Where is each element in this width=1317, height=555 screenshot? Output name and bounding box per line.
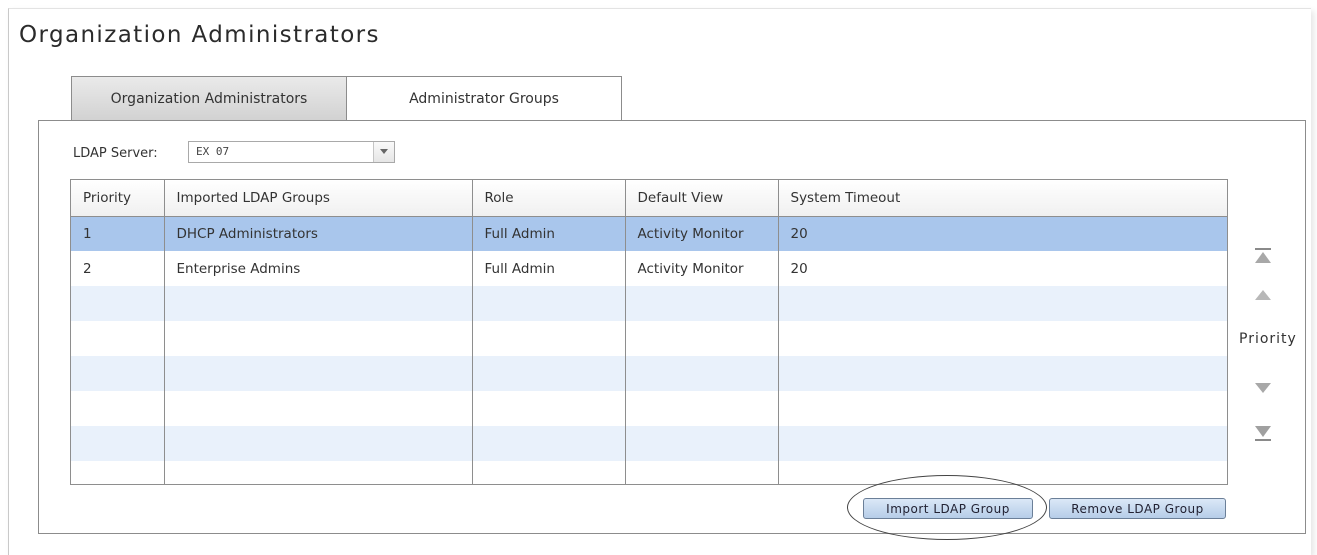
chevron-down-icon[interactable] <box>373 142 394 162</box>
move-to-bottom-icon[interactable] <box>1251 423 1275 443</box>
table-header-row: Priority Imported LDAP Groups Role Defau… <box>71 180 1227 217</box>
empty-row <box>71 426 1227 461</box>
column-header-groups[interactable]: Imported LDAP Groups <box>164 180 473 217</box>
cell-timeout: 20 <box>778 251 1227 286</box>
cell-group: Enterprise Admins <box>164 251 473 286</box>
empty-row <box>71 356 1227 391</box>
empty-row <box>71 321 1227 356</box>
priority-controls-label: Priority <box>1239 331 1297 347</box>
cell-priority: 2 <box>71 251 165 286</box>
ldap-server-label: LDAP Server: <box>73 146 158 161</box>
cell-role: Full Admin <box>472 251 626 286</box>
cell-timeout: 20 <box>778 216 1227 251</box>
cell-default-view: Activity Monitor <box>625 216 779 251</box>
column-header-default-view[interactable]: Default View <box>625 180 779 217</box>
ldap-server-select[interactable]: EX 07 <box>188 141 395 163</box>
empty-row <box>71 461 1227 484</box>
cell-role: Full Admin <box>472 216 626 251</box>
ldap-server-value: EX 07 <box>196 145 230 158</box>
column-header-priority[interactable]: Priority <box>71 180 165 217</box>
empty-row <box>71 286 1227 321</box>
move-up-icon[interactable] <box>1251 285 1275 305</box>
tab-administrator-groups[interactable]: Administrator Groups <box>346 76 622 121</box>
empty-row <box>71 391 1227 426</box>
table-row[interactable]: 2 Enterprise Admins Full Admin Activity … <box>71 251 1227 286</box>
remove-ldap-group-button[interactable]: Remove LDAP Group <box>1049 498 1226 519</box>
import-ldap-group-button[interactable]: Import LDAP Group <box>863 498 1033 519</box>
column-header-system-timeout[interactable]: System Timeout <box>778 180 1227 217</box>
page-title: Organization Administrators <box>19 22 380 48</box>
cell-priority: 1 <box>71 216 165 251</box>
table-row[interactable]: 1 DHCP Administrators Full Admin Activit… <box>71 216 1227 251</box>
tab-label: Organization Administrators <box>110 90 308 107</box>
ldap-groups-table: Priority Imported LDAP Groups Role Defau… <box>70 179 1228 485</box>
column-header-role[interactable]: Role <box>472 180 626 217</box>
move-down-icon[interactable] <box>1251 378 1275 398</box>
tab-organization-administrators[interactable]: Organization Administrators <box>71 76 347 120</box>
cell-group: DHCP Administrators <box>164 216 473 251</box>
move-to-top-icon[interactable] <box>1251 246 1275 266</box>
cell-default-view: Activity Monitor <box>625 251 779 286</box>
tab-label: Administrator Groups <box>409 91 559 107</box>
